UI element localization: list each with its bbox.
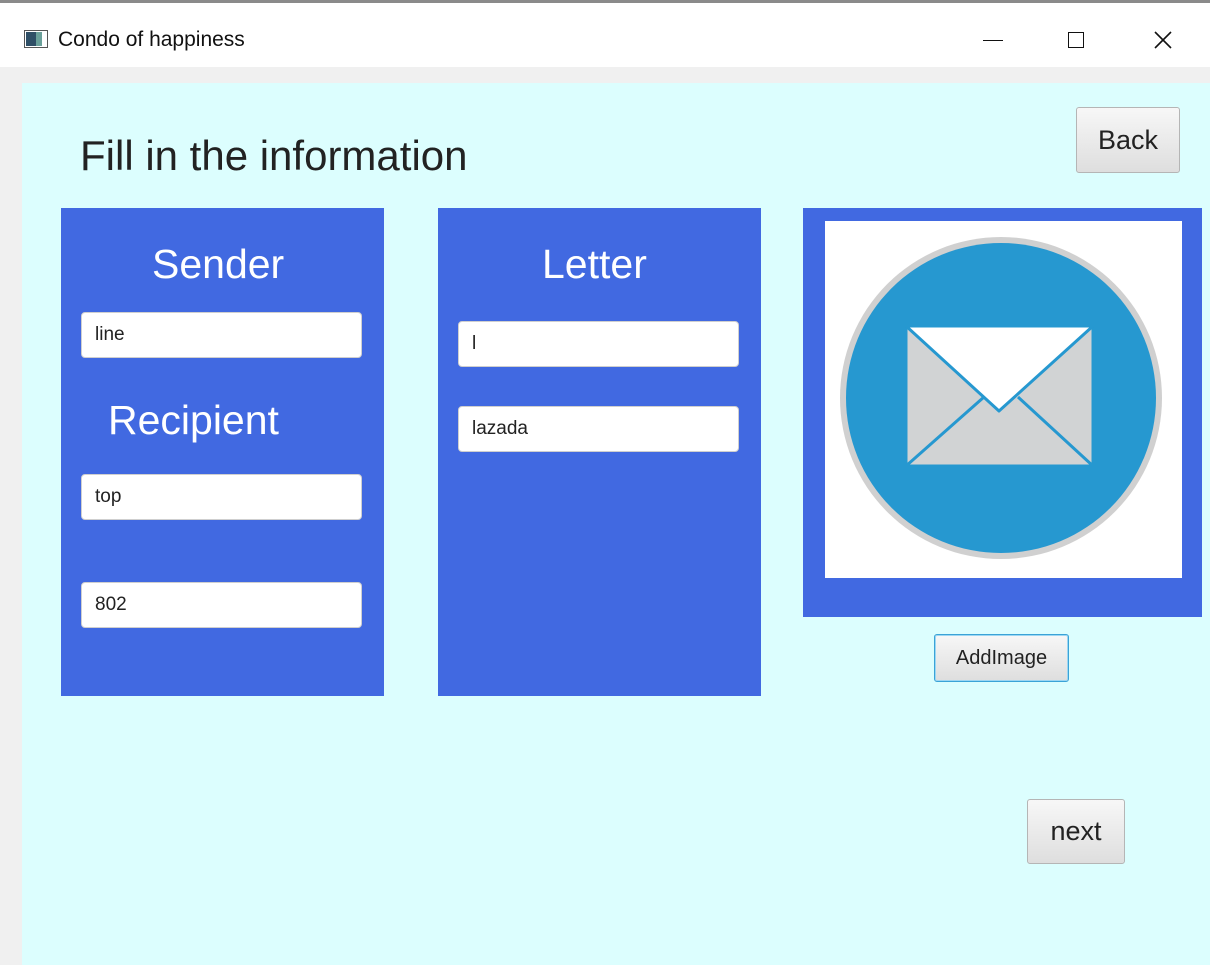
image-panel — [803, 208, 1202, 617]
recipient-label: Recipient — [108, 397, 279, 443]
sender-label: Sender — [152, 241, 285, 287]
letter-panel: Letter — [438, 208, 761, 696]
envelope-icon — [840, 237, 1162, 559]
page-heading: Fill in the information — [80, 132, 468, 179]
sender-input[interactable] — [81, 312, 362, 358]
letter-label: Letter — [542, 241, 647, 287]
add-image-button[interactable]: AddImage — [934, 634, 1069, 682]
next-button[interactable]: next — [1027, 799, 1125, 864]
letter-field-1[interactable] — [458, 321, 739, 367]
recipient-input[interactable] — [81, 474, 362, 520]
minimize-icon — [983, 39, 1003, 41]
app-window: Condo of happiness Fill in the informati… — [0, 0, 1210, 965]
sender-panel: Sender Recipient — [61, 208, 384, 696]
app-window-icon — [24, 30, 48, 48]
close-icon — [1154, 31, 1172, 49]
close-button[interactable] — [1140, 17, 1186, 63]
image-preview — [825, 221, 1182, 578]
window-content-margin — [0, 67, 1210, 83]
title-bar[interactable]: Condo of happiness — [0, 3, 1210, 67]
room-number-input[interactable] — [81, 582, 362, 628]
maximize-button[interactable] — [1053, 17, 1099, 63]
back-button[interactable]: Back — [1076, 107, 1180, 173]
minimize-button[interactable] — [970, 17, 1016, 63]
maximize-icon — [1068, 32, 1084, 48]
letter-field-2[interactable] — [458, 406, 739, 452]
window-title: Condo of happiness — [58, 28, 245, 51]
